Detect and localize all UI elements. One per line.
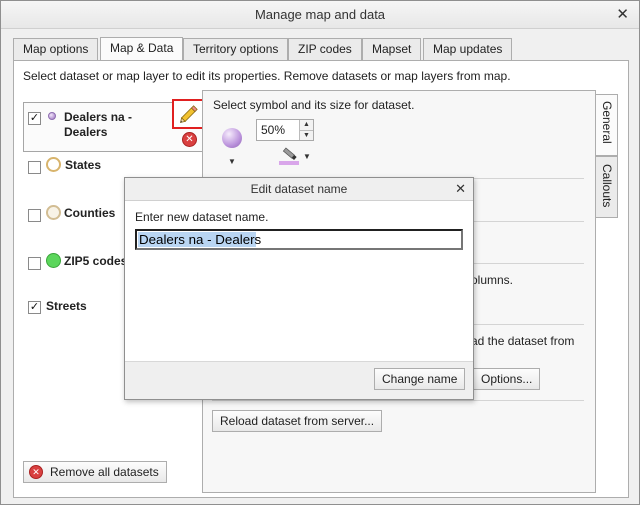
- symbol-dropdown-icon[interactable]: ▼: [228, 157, 236, 166]
- vtab-general-label: General: [600, 101, 614, 144]
- dataset-name-input[interactable]: [135, 229, 463, 250]
- layer-name-dealers-line1: Dealers na -: [64, 110, 133, 124]
- pencil-icon: [179, 105, 198, 124]
- size-down-icon[interactable]: ▼: [299, 130, 313, 140]
- symbol-ball-icon[interactable]: [222, 128, 242, 148]
- tan-ring-icon: [46, 205, 61, 220]
- tab-map-options[interactable]: Map options: [13, 38, 99, 61]
- layer-checkbox-dealers[interactable]: ✓: [28, 112, 41, 125]
- dialog-prompt: Enter new dataset name.: [135, 210, 269, 224]
- color-dropdown-icon[interactable]: ▼: [303, 152, 311, 161]
- tab-map-data[interactable]: Map & Data: [100, 37, 184, 61]
- layer-checkbox-counties[interactable]: [28, 209, 41, 222]
- layer-checkbox-streets[interactable]: ✓: [28, 301, 41, 314]
- separator: [212, 400, 584, 401]
- options-button[interactable]: Options...: [473, 368, 541, 390]
- window-close-icon[interactable]: ✕: [616, 1, 629, 28]
- remove-all-label: Remove all datasets: [50, 465, 159, 479]
- instructions-text: Select dataset or map layer to edit its …: [23, 69, 511, 83]
- vtab-callouts[interactable]: Callouts: [596, 156, 618, 218]
- layer-checkbox-states[interactable]: [28, 161, 41, 174]
- layer-name-streets: Streets: [46, 299, 87, 313]
- purple-dot-icon: [48, 112, 56, 120]
- columns-text: olumns.: [471, 273, 514, 287]
- dialog-close-icon[interactable]: ✕: [455, 178, 466, 200]
- remove-all-datasets-button[interactable]: ✕ Remove all datasets: [23, 461, 167, 483]
- window-title: Manage map and data: [254, 7, 386, 22]
- edit-dataset-name-dialog: Edit dataset name ✕ Enter new dataset na…: [124, 177, 474, 400]
- size-up-icon[interactable]: ▲: [299, 120, 313, 130]
- tab-territory-options[interactable]: Territory options: [183, 38, 289, 61]
- brush-icon[interactable]: [280, 146, 300, 162]
- manage-map-window: Manage map and data ✕ Map options Map & …: [0, 0, 640, 505]
- remove-dataset-icon[interactable]: ✕: [182, 132, 197, 147]
- change-name-button[interactable]: Change name: [374, 368, 466, 390]
- reload-description-text: ad the dataset from: [471, 334, 575, 348]
- reload-dataset-button[interactable]: Reload dataset from server...: [212, 410, 383, 432]
- symbol-prompt: Select symbol and its size for dataset.: [213, 98, 415, 112]
- layer-name-zip5: ZIP5 codes: [64, 254, 128, 268]
- tab-mapset[interactable]: Mapset: [362, 38, 422, 61]
- color-swatch: [279, 161, 299, 165]
- layer-name-counties: Counties: [64, 206, 116, 220]
- green-dot-icon: [46, 253, 61, 268]
- orange-ring-icon: [46, 157, 61, 172]
- dialog-title: Edit dataset name: [125, 178, 473, 201]
- edit-name-button[interactable]: [172, 99, 206, 129]
- layer-name-states: States: [65, 158, 102, 172]
- remove-icon: ✕: [29, 465, 43, 479]
- tab-map-updates[interactable]: Map updates: [423, 38, 513, 61]
- tab-zip-codes[interactable]: ZIP codes: [288, 38, 362, 61]
- symbol-size-value: 50%: [261, 123, 286, 137]
- vtab-general[interactable]: General: [596, 94, 618, 156]
- layer-name-dealers-line2: Dealers: [64, 125, 108, 139]
- symbol-size-stepper[interactable]: 50% ▲ ▼: [256, 119, 314, 141]
- layer-checkbox-zip5[interactable]: [28, 257, 41, 270]
- window-titlebar: Manage map and data ✕: [1, 1, 639, 29]
- vtab-callouts-label: Callouts: [600, 164, 614, 208]
